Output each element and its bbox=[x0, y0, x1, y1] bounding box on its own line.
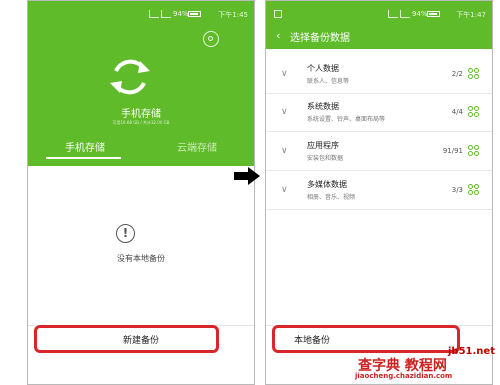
item-desc: 系统设置、铃声、桌面布局等 bbox=[307, 116, 386, 123]
signal-icon bbox=[161, 10, 171, 18]
back-arrow-icon[interactable]: ‹ bbox=[276, 29, 280, 42]
battery-icon bbox=[427, 11, 440, 17]
list-item[interactable]: ∨ 系统数据 系统设置、铃声、桌面布局等 4/4 bbox=[266, 97, 492, 132]
item-name: 个人数据 bbox=[307, 64, 339, 73]
item-count: 2/2 bbox=[451, 70, 463, 78]
select-check-icon[interactable] bbox=[468, 145, 480, 157]
page-title: 选择备份数据 bbox=[290, 33, 350, 44]
select-check-icon[interactable] bbox=[468, 106, 480, 118]
battery-icon bbox=[188, 11, 201, 17]
notification-icon bbox=[274, 10, 282, 18]
item-desc: 联系人、信息等 bbox=[307, 78, 350, 85]
item-count: 3/3 bbox=[451, 186, 463, 194]
storage-title: 手机存储 bbox=[121, 109, 161, 120]
watermark-url: jiaocheng.chazidian.com bbox=[355, 372, 453, 380]
list-item[interactable]: ∨ 多媒体数据 相册、音乐、视频 3/3 bbox=[266, 175, 492, 210]
wifi-icon bbox=[388, 10, 398, 18]
tab-phone-storage[interactable]: 手机存储 bbox=[28, 139, 142, 154]
highlight-local-backup bbox=[272, 325, 460, 353]
list-item[interactable]: ∨ 应用程序 安装包和数据 91/91 bbox=[266, 136, 492, 171]
item-count: 4/4 bbox=[451, 108, 463, 116]
empty-state-text: 没有本地备份 bbox=[117, 254, 165, 263]
active-tab-indicator bbox=[46, 157, 121, 159]
watermark-site: jb51.net bbox=[448, 346, 495, 357]
chevron-down-icon[interactable]: ∨ bbox=[281, 146, 288, 156]
select-check-icon[interactable] bbox=[468, 184, 480, 196]
signal-icon bbox=[400, 10, 410, 18]
status-bar: 94% 下午1:45 bbox=[28, 1, 254, 27]
battery-percent: 94% bbox=[173, 10, 189, 18]
gear-icon[interactable] bbox=[203, 31, 219, 47]
item-name: 应用程序 bbox=[307, 141, 339, 150]
status-time: 下午1:45 bbox=[218, 11, 248, 19]
list-item[interactable]: ∨ 个人数据 联系人、信息等 2/2 bbox=[266, 59, 492, 94]
chevron-down-icon[interactable]: ∨ bbox=[281, 69, 288, 79]
item-desc: 相册、音乐、视频 bbox=[307, 194, 356, 201]
battery-percent: 94% bbox=[412, 10, 428, 18]
status-bar: 94% 下午1:47 bbox=[266, 1, 492, 27]
item-count: 91/91 bbox=[442, 147, 463, 155]
highlight-new-backup bbox=[34, 325, 219, 353]
chevron-down-icon[interactable]: ∨ bbox=[281, 107, 288, 117]
select-check-icon[interactable] bbox=[468, 68, 480, 80]
tab-cloud-storage[interactable]: 云端存储 bbox=[140, 139, 254, 154]
storage-info: 可用19.68 GB / 共计32.00 GB bbox=[112, 120, 170, 125]
arrow-right-icon bbox=[234, 167, 260, 185]
sync-icon bbox=[110, 59, 150, 95]
info-icon: ! bbox=[116, 224, 135, 243]
status-time: 下午1:47 bbox=[456, 11, 486, 19]
wifi-icon bbox=[149, 10, 159, 18]
item-name: 多媒体数据 bbox=[307, 180, 347, 189]
item-name: 系统数据 bbox=[307, 102, 339, 111]
chevron-down-icon[interactable]: ∨ bbox=[281, 185, 288, 195]
item-desc: 安装包和数据 bbox=[307, 155, 344, 162]
